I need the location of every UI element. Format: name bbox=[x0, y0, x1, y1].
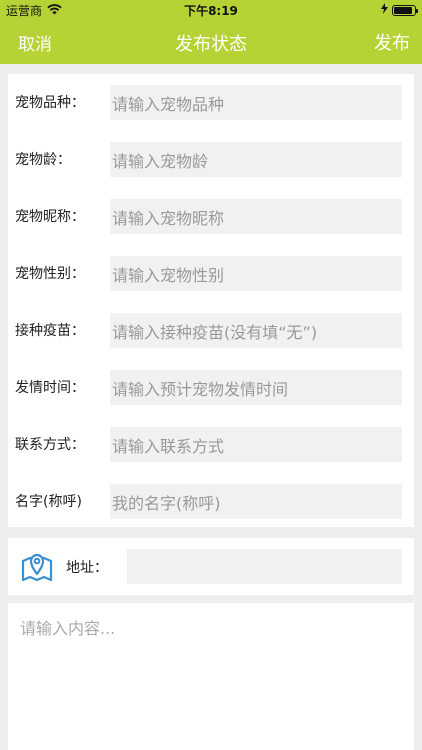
pet-info-form: 宠物品种： 请输入宠物品种 宠物龄： 请输入宠物龄 宠物昵称： 请输入宠物昵称 … bbox=[8, 74, 414, 527]
breed-label: 宠物品种： bbox=[15, 95, 85, 111]
age-input[interactable]: 请输入宠物龄 bbox=[110, 142, 402, 177]
form-row-name: 名字(称呼) 我的名字(称呼) bbox=[8, 473, 414, 530]
contact-label: 联系方式： bbox=[15, 437, 85, 453]
form-row-vaccine: 接种疫苗： 请输入接种疫苗(没有填“无”) bbox=[8, 302, 414, 359]
age-label: 宠物龄： bbox=[15, 152, 71, 168]
nickname-input[interactable]: 请输入宠物昵称 bbox=[110, 199, 402, 234]
publish-button[interactable]: 发布 bbox=[374, 29, 410, 55]
form-row-estrus: 发情时间： 请输入预计宠物发情时间 bbox=[8, 359, 414, 416]
lightning-icon bbox=[381, 3, 388, 17]
form-row-gender: 宠物性别： 请输入宠物性别 bbox=[8, 245, 414, 302]
estrus-label: 发情时间： bbox=[15, 380, 85, 396]
address-label: 地址： bbox=[66, 560, 108, 576]
gender-label: 宠物性别： bbox=[15, 266, 85, 282]
address-input[interactable] bbox=[127, 549, 402, 584]
status-bar: 运营商 下午8:19 bbox=[0, 0, 422, 20]
breed-input[interactable]: 请输入宠物品种 bbox=[110, 85, 402, 120]
navigation-bar: 取消 发布状态 发布 bbox=[0, 20, 422, 64]
vaccine-label: 接种疫苗： bbox=[15, 323, 85, 339]
form-row-age: 宠物龄： 请输入宠物龄 bbox=[8, 131, 414, 188]
form-row-contact: 联系方式： 请输入联系方式 bbox=[8, 416, 414, 473]
name-label: 名字(称呼) bbox=[15, 494, 82, 510]
gender-input[interactable]: 请输入宠物性别 bbox=[110, 256, 402, 291]
estrus-input[interactable]: 请输入预计宠物发情时间 bbox=[110, 370, 402, 405]
address-row: 地址： bbox=[8, 538, 414, 595]
form-row-breed: 宠物品种： 请输入宠物品种 bbox=[8, 74, 414, 131]
name-input[interactable]: 我的名字(称呼) bbox=[110, 484, 402, 519]
content-textarea[interactable]: 请输入内容... bbox=[8, 603, 414, 750]
vaccine-input[interactable]: 请输入接种疫苗(没有填“无”) bbox=[110, 313, 402, 348]
content-placeholder: 请输入内容... bbox=[20, 619, 116, 638]
contact-input[interactable]: 请输入联系方式 bbox=[110, 427, 402, 462]
status-right bbox=[381, 3, 418, 17]
status-time: 下午8:19 bbox=[184, 4, 238, 18]
page-title: 发布状态 bbox=[175, 34, 247, 55]
battery-icon bbox=[392, 4, 418, 16]
battery-fill bbox=[394, 6, 412, 14]
nickname-label: 宠物昵称： bbox=[15, 209, 85, 225]
form-row-nickname: 宠物昵称： 请输入宠物昵称 bbox=[8, 188, 414, 245]
map-pin-icon bbox=[20, 549, 54, 583]
